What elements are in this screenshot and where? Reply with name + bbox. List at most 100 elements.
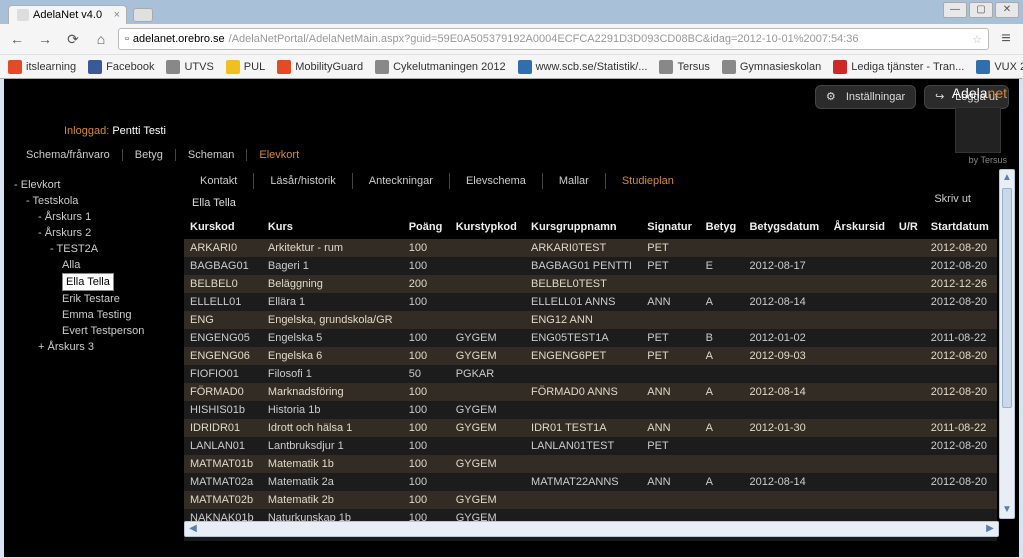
table-row[interactable]: BAGBAG01Bageri 1100BAGBAG01 PENTTIPETE20… (184, 257, 997, 275)
table-row[interactable]: ENGENG05Engelska 5100GYGEMENG05TEST1APET… (184, 329, 997, 347)
cell: 2012-08-20 (925, 239, 997, 257)
cell (893, 347, 925, 365)
cell: 100 (403, 239, 450, 257)
column-header[interactable]: Betyg (700, 215, 744, 239)
sub-tab[interactable]: Kontakt (184, 173, 254, 189)
column-header[interactable]: Årskursid (828, 215, 893, 239)
scroll-right-icon[interactable]: ▶ (982, 522, 998, 536)
cell (893, 491, 925, 509)
table-row[interactable]: BELBEL0Beläggning200BELBEL0TEST2012-12-2… (184, 275, 997, 293)
main-nav-item[interactable]: Scheman (176, 149, 247, 161)
table-row[interactable]: ELLELL01Ellära 1100ELLELL01 ANNSANNA2012… (184, 293, 997, 311)
home-button[interactable]: ⌂ (90, 28, 112, 50)
sub-tab[interactable]: Läsår/historik (254, 173, 352, 189)
table-row[interactable]: MATMAT01bMatematik 1b100GYGEM (184, 455, 997, 473)
sub-tab[interactable]: Mallar (543, 173, 606, 189)
bookmark-item[interactable]: Gymnasieskolan (722, 60, 821, 74)
table-row[interactable]: HISHIS01bHistoria 1b100GYGEM (184, 401, 997, 419)
main-nav-item[interactable]: Schema/frånvaro (14, 149, 123, 161)
back-button[interactable]: ← (6, 28, 28, 50)
scroll-up-icon[interactable]: ▲ (1000, 170, 1014, 186)
bookmark-item[interactable]: VUX 2012 (976, 60, 1023, 74)
column-header[interactable]: Signatur (641, 215, 699, 239)
scroll-down-icon[interactable]: ▼ (1000, 502, 1014, 518)
forward-button[interactable]: → (34, 28, 56, 50)
close-icon[interactable]: × (114, 9, 120, 21)
bookmark-item[interactable]: PUL (226, 60, 265, 74)
tree-student[interactable]: Evert Testperson (14, 323, 180, 339)
table-row[interactable]: LANLAN01Lantbruksdjur 1100LANLAN01TESTPE… (184, 437, 997, 455)
table-row[interactable]: FÖRMAD0Marknadsföring100FÖRMAD0 ANNSANNA… (184, 383, 997, 401)
bookmark-item[interactable]: MobilityGuard (277, 60, 363, 74)
column-header[interactable]: Betygsdatum (743, 215, 827, 239)
bookmark-icon (833, 60, 847, 74)
sub-tab[interactable]: Anteckningar (353, 173, 450, 189)
tree-year-1[interactable]: - Årskurs 1 (14, 209, 180, 225)
bookmark-item[interactable]: Cykelutmaningen 2012 (375, 60, 506, 74)
tree-student-selected[interactable]: Ella Tella (14, 273, 180, 291)
new-tab-button[interactable] (133, 8, 153, 22)
settings-button[interactable]: ⚙ Inställningar (815, 85, 916, 109)
tree-all[interactable]: Alla (14, 257, 180, 273)
table-row[interactable]: IDRIDR01Idrott och hälsa 1100GYGEMIDR01 … (184, 419, 997, 437)
close-window-button[interactable]: ✕ (995, 2, 1019, 18)
scroll-thumb[interactable] (1002, 188, 1012, 408)
horizontal-scrollbar[interactable]: ◀ ▶ (184, 521, 999, 537)
tree-student[interactable]: Emma Testing (14, 307, 180, 323)
tree-school[interactable]: - Testskola (14, 193, 180, 209)
cell (525, 491, 641, 509)
cell (893, 365, 925, 383)
bookmark-item[interactable]: Facebook (88, 60, 154, 74)
table-row[interactable]: MATMAT02aMatematik 2a100MATMAT22ANNSANNA… (184, 473, 997, 491)
cell (893, 437, 925, 455)
cell: ELLELL01 (184, 293, 262, 311)
print-link[interactable]: Skriv ut (934, 193, 971, 205)
cell: 2012-08-20 (925, 347, 997, 365)
cell: Matematik 2a (262, 473, 403, 491)
cell: Matematik 1b (262, 455, 403, 473)
bookmark-item[interactable]: Tersus (659, 60, 709, 74)
table-row[interactable]: ARKARI0Arkitektur - rum100ARKARI0TESTPET… (184, 239, 997, 257)
maximize-button[interactable]: ▢ (969, 2, 993, 18)
main-nav-item[interactable]: Elevkort (247, 149, 311, 161)
minimize-button[interactable]: — (943, 2, 967, 18)
column-header[interactable]: Startdatum (925, 215, 997, 239)
tree-year-3[interactable]: + Årskurs 3 (14, 339, 180, 355)
cell (828, 473, 893, 491)
column-header[interactable]: Kurskod (184, 215, 262, 239)
sub-tab[interactable]: Studieplan (606, 173, 690, 189)
reload-button[interactable]: ⟳ (62, 28, 84, 50)
menu-button[interactable]: ≡ (995, 28, 1017, 50)
tree-year-2[interactable]: - Årskurs 2 (14, 225, 180, 241)
vertical-scrollbar[interactable]: ▲ ▼ (999, 169, 1015, 519)
bookmark-icon (976, 60, 990, 74)
cell: BELBEL0TEST (525, 275, 641, 293)
bookmark-item[interactable]: Lediga tjänster - Tran... (833, 60, 964, 74)
tree-class[interactable]: - TEST2A (14, 241, 180, 257)
browser-tab[interactable]: AdelaNet v4.0 × (8, 5, 127, 24)
sub-tab[interactable]: Elevschema (450, 173, 543, 189)
column-header[interactable]: Kurstypkod (450, 215, 525, 239)
column-header[interactable]: Kursgruppnamn (525, 215, 641, 239)
tree-student[interactable]: Erik Testare (14, 291, 180, 307)
scroll-left-icon[interactable]: ◀ (185, 522, 201, 536)
bookmark-item[interactable]: UTVS (166, 60, 213, 74)
address-bar[interactable]: ▫ adelanet.orebro.se/AdelaNetPortal/Adel… (118, 28, 989, 50)
column-header[interactable]: U/R (893, 215, 925, 239)
table-row[interactable]: FIOFIO01Filosofi 150PGKAR (184, 365, 997, 383)
cell: A (700, 419, 744, 437)
cell (641, 311, 699, 329)
bookmark-star-icon[interactable]: ☆ (972, 33, 982, 46)
table-row[interactable]: MATMAT02bMatematik 2b100GYGEM (184, 491, 997, 509)
bookmark-item[interactable]: itslearning (8, 60, 76, 74)
cell: Arkitektur - rum (262, 239, 403, 257)
cell: IDR01 TEST1A (525, 419, 641, 437)
table-row[interactable]: ENGEngelska, grundskola/GRENG12 ANN (184, 311, 997, 329)
cell (641, 365, 699, 383)
table-row[interactable]: ENGENG06Engelska 6100GYGEMENGENG6PETPETA… (184, 347, 997, 365)
main-nav-item[interactable]: Betyg (123, 149, 176, 161)
bookmark-item[interactable]: www.scb.se/Statistik/... (518, 60, 648, 74)
tree-root[interactable]: - Elevkort (14, 177, 180, 193)
column-header[interactable]: Kurs (262, 215, 403, 239)
column-header[interactable]: Poäng (403, 215, 450, 239)
